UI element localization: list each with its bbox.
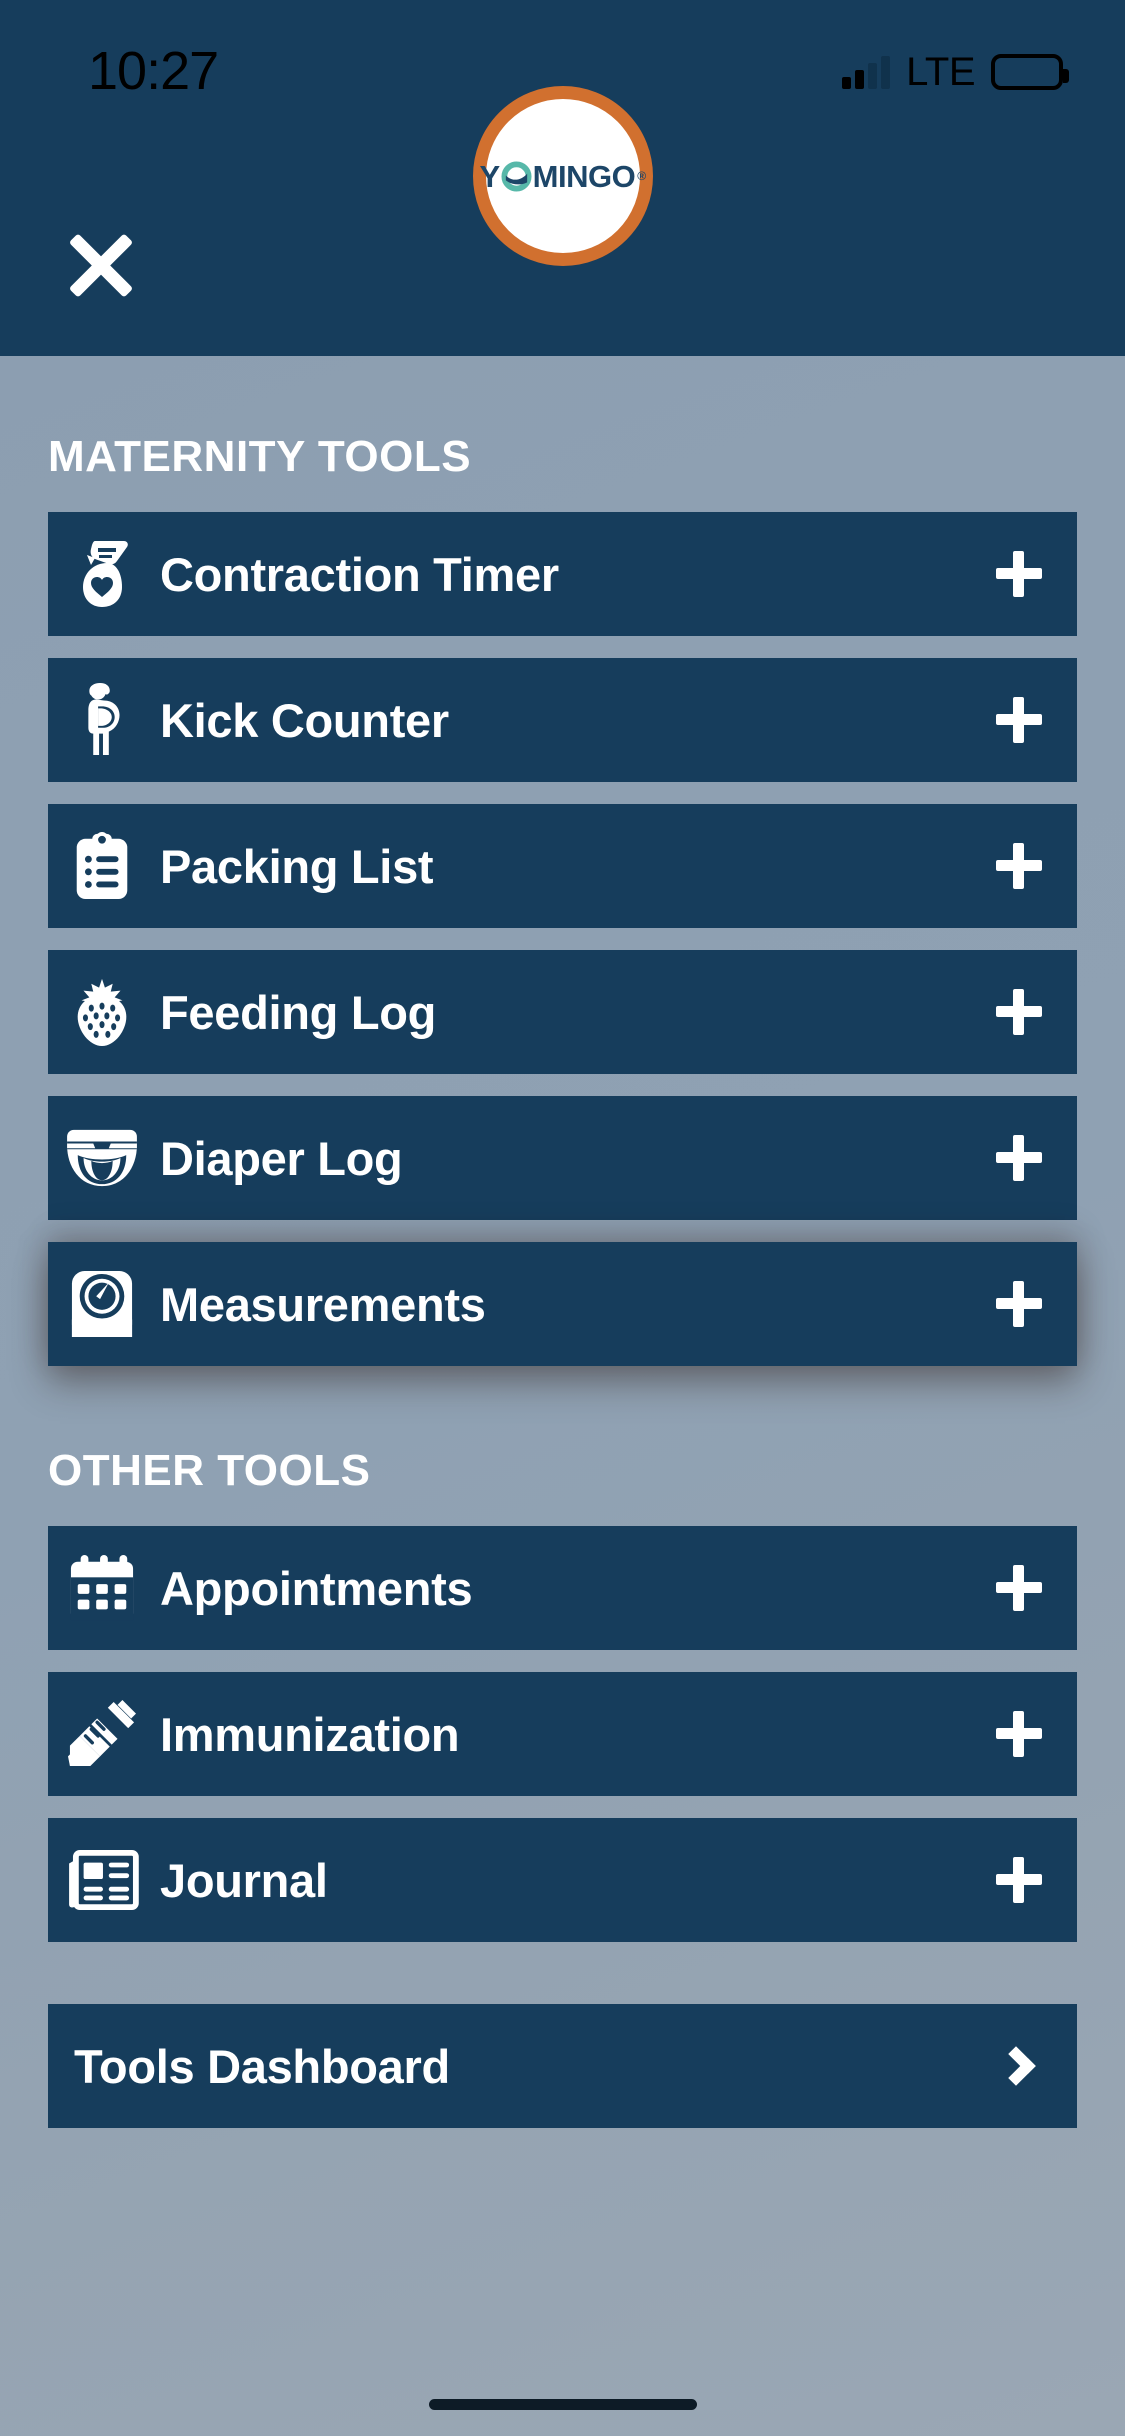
tools-dashboard-button[interactable]: Tools Dashboard [48, 2004, 1077, 2128]
status-bar-indicators: LTE [842, 49, 1069, 95]
menu-item-journal[interactable]: Journal [48, 1818, 1077, 1942]
logo-text: Y MINGO ® [479, 158, 646, 194]
menu-item-appointments[interactable]: Appointments [48, 1526, 1077, 1650]
tools-menu: MATERNITY TOOLS Contraction Timer Kick C… [0, 356, 1125, 2128]
section-title-maternity: MATERNITY TOOLS [48, 432, 472, 481]
calendar-icon [48, 1526, 156, 1650]
plus-icon [996, 843, 1042, 889]
battery-full-icon [991, 54, 1069, 90]
menu-item-label: Packing List [160, 839, 434, 893]
weight-scale-icon [48, 1242, 156, 1366]
add-button[interactable] [961, 1096, 1077, 1220]
menu-item-measurements[interactable]: Measurements [48, 1242, 1077, 1366]
menu-item-feeding-log[interactable]: Feeding Log [48, 950, 1077, 1074]
clipboard-list-icon [48, 804, 156, 928]
menu-item-label: Journal [160, 1853, 328, 1907]
pregnant-woman-clipboard-icon [48, 512, 156, 636]
add-button[interactable] [961, 512, 1077, 636]
network-type-label: LTE [906, 49, 975, 94]
menu-item-label: Immunization [160, 1707, 460, 1761]
add-button[interactable] [961, 804, 1077, 928]
add-button[interactable] [961, 1818, 1077, 1942]
add-button[interactable] [961, 1242, 1077, 1366]
close-icon[interactable] [52, 213, 152, 313]
status-bar-time: 10:27 [88, 41, 219, 101]
menu-item-label: Contraction Timer [160, 547, 559, 601]
plus-icon [996, 989, 1042, 1035]
logo-text-before: Y [479, 158, 500, 194]
add-button[interactable] [961, 658, 1077, 782]
add-button[interactable] [961, 1672, 1077, 1796]
app-header: 10:27 LTE Y MINGO ® [0, 0, 1125, 356]
menu-item-immunization[interactable]: Immunization [48, 1672, 1077, 1796]
section-title-other: OTHER TOOLS [48, 1446, 371, 1495]
plus-icon [996, 551, 1042, 597]
plus-icon [996, 1281, 1042, 1327]
menu-item-kick-counter[interactable]: Kick Counter [48, 658, 1077, 782]
menu-item-label: Diaper Log [160, 1131, 403, 1185]
logo-swoosh-o-icon [501, 160, 532, 192]
add-button[interactable] [961, 1526, 1077, 1650]
home-indicator [428, 2399, 697, 2410]
plus-icon [996, 1565, 1042, 1611]
strawberry-icon [48, 950, 156, 1074]
signal-bars-icon [842, 55, 891, 89]
plus-icon [996, 1857, 1042, 1903]
menu-item-label: Kick Counter [160, 693, 449, 747]
newspaper-icon [48, 1818, 156, 1942]
menu-item-diaper-log[interactable]: Diaper Log [48, 1096, 1077, 1220]
logo-text-after: MINGO [532, 158, 636, 194]
menu-item-packing-list[interactable]: Packing List [48, 804, 1077, 928]
syringe-icon [48, 1672, 156, 1796]
menu-item-contraction-timer[interactable]: Contraction Timer [48, 512, 1077, 636]
pregnant-woman-icon [48, 658, 156, 782]
diaper-icon [48, 1096, 156, 1220]
menu-item-label: Feeding Log [160, 985, 437, 1039]
plus-icon [996, 697, 1042, 743]
add-button[interactable] [961, 950, 1077, 1074]
menu-item-label: Measurements [160, 1277, 486, 1331]
logo-trademark: ® [637, 169, 646, 183]
chevron-right-icon [961, 2004, 1077, 2128]
yomingo-logo: Y MINGO ® [472, 86, 653, 266]
plus-icon [996, 1135, 1042, 1181]
plus-icon [996, 1711, 1042, 1757]
tools-dashboard-label: Tools Dashboard [74, 2039, 450, 2093]
menu-item-label: Appointments [160, 1561, 473, 1615]
